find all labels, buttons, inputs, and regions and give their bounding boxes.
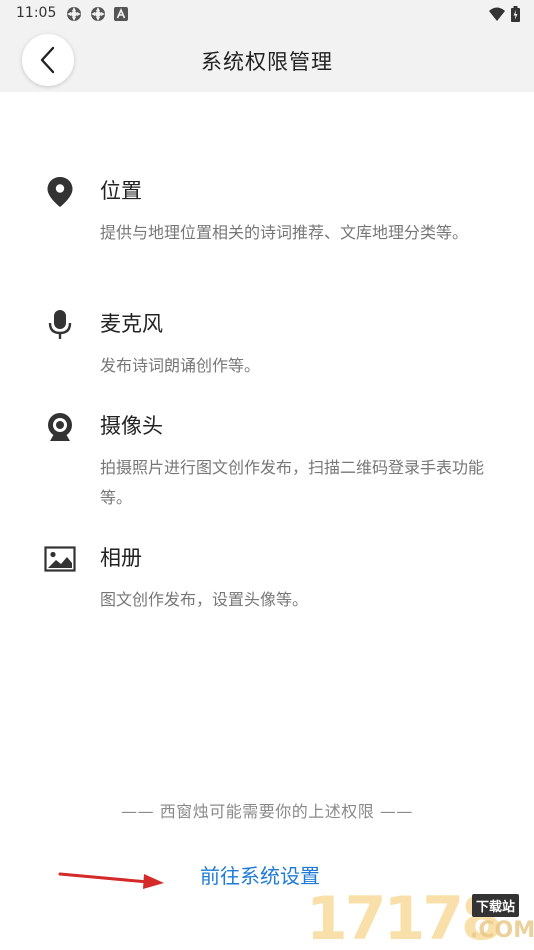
permission-description: 拍摄照片进行图文创作发布，扫描二维码登录手表功能等。 — [100, 458, 485, 507]
permission-description: 图文创作发布，设置头像等。 — [100, 590, 309, 609]
a-badge-icon — [114, 7, 128, 21]
permission-footer-note: —— 西窗烛可能需要你的上述权限 —— — [121, 802, 413, 821]
permission-description: 发布诗词朗诵创作等。 — [100, 356, 261, 375]
status-icons-left — [66, 6, 128, 22]
page-title: 系统权限管理 — [201, 50, 333, 74]
permission-item-microphone: 麦克风 发布诗词朗诵创作等。 — [44, 309, 504, 379]
wifi-icon — [489, 7, 505, 21]
permission-title: 麦克风 — [100, 312, 163, 336]
status-bar: 11:05 — [0, 0, 534, 28]
app-notification-icon — [91, 7, 105, 21]
camera-icon — [44, 411, 76, 443]
permission-item-album: 相册 图文创作发布，设置头像等。 — [44, 543, 504, 613]
app-notification-icon — [67, 7, 81, 21]
microphone-icon — [44, 309, 76, 341]
battery-icon — [511, 6, 520, 22]
image-album-icon — [44, 543, 76, 575]
permission-item-camera: 摄像头 拍摄照片进行图文创作发布，扫描二维码登录手表功能等。 — [44, 411, 504, 511]
watermark-suffix: .COM — [470, 918, 534, 943]
location-pin-icon — [44, 176, 76, 208]
app-header: 系统权限管理 — [0, 28, 534, 92]
permission-title: 摄像头 — [100, 414, 163, 438]
status-icons-right — [489, 6, 520, 22]
go-to-system-settings-link[interactable]: 前往系统设置 — [200, 860, 320, 889]
status-time: 11:05 — [16, 5, 57, 21]
permission-item-location: 位置 提供与地理位置相关的诗词推荐、文库地理分类等。 — [44, 176, 504, 276]
permission-title: 位置 — [100, 179, 142, 203]
red-arrow-annotation — [58, 872, 164, 889]
site-watermark: 17178 下载站 .COM — [306, 888, 534, 950]
permission-description: 提供与地理位置相关的诗词推荐、文库地理分类等。 — [100, 223, 469, 242]
watermark-badge: 下载站 — [472, 894, 520, 917]
permission-title: 相册 — [100, 546, 142, 570]
